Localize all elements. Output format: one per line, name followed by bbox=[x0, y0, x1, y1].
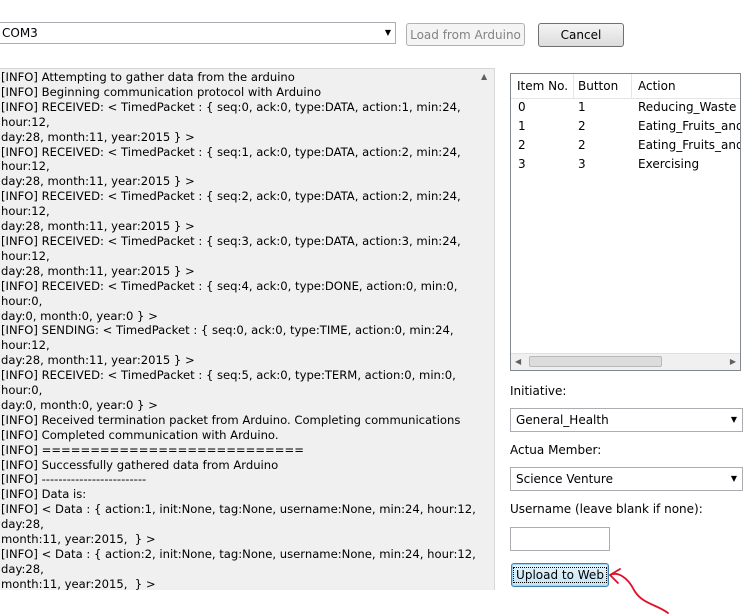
cell-button: 2 bbox=[578, 119, 586, 133]
scroll-right-icon[interactable]: ▶ bbox=[730, 357, 736, 366]
scroll-left-icon[interactable]: ◀ bbox=[515, 357, 521, 366]
table-header: Item No. Button Action bbox=[511, 74, 740, 99]
cell-action: Eating_Fruits_and_V bbox=[638, 119, 740, 133]
cell-item-no: 3 bbox=[518, 157, 526, 171]
port-select-value: COM3 bbox=[2, 26, 38, 40]
table-row[interactable]: 3 3 Exercising bbox=[511, 157, 740, 176]
username-label: Username (leave blank if none): bbox=[510, 502, 703, 516]
table-horizontal-scrollbar[interactable]: ◀ ▶ bbox=[511, 353, 740, 370]
column-divider[interactable] bbox=[573, 74, 574, 98]
upload-to-web-label: Upload to Web bbox=[513, 567, 607, 583]
actua-member-value: Science Venture bbox=[516, 472, 613, 486]
initiative-select[interactable]: General_Health ▼ bbox=[510, 408, 743, 432]
upload-to-web-button[interactable]: Upload to Web bbox=[511, 563, 609, 587]
username-input[interactable] bbox=[510, 527, 610, 551]
cell-item-no: 1 bbox=[518, 119, 526, 133]
cell-action: Exercising bbox=[638, 157, 700, 171]
chevron-down-icon: ▼ bbox=[730, 474, 737, 483]
column-divider[interactable] bbox=[631, 74, 632, 98]
actua-member-label: Actua Member: bbox=[510, 443, 602, 457]
cell-item-no: 2 bbox=[518, 138, 526, 152]
log-text: [INFO] Attempting to gather data from th… bbox=[1, 70, 476, 590]
cancel-label: Cancel bbox=[560, 28, 602, 42]
column-header-button[interactable]: Button bbox=[578, 79, 618, 93]
chevron-down-icon: ▼ bbox=[384, 28, 391, 37]
table-row[interactable]: 0 1 Reducing_Waste bbox=[511, 100, 740, 119]
table-row[interactable]: 2 2 Eating_Fruits_and_V bbox=[511, 138, 740, 157]
cell-button: 3 bbox=[578, 157, 586, 171]
initiative-value: General_Health bbox=[516, 413, 609, 427]
cancel-button[interactable]: Cancel bbox=[538, 23, 624, 47]
annotation-arrow-icon bbox=[609, 568, 669, 614]
table-row[interactable]: 1 2 Eating_Fruits_and_V bbox=[511, 119, 740, 138]
chevron-down-icon: ▼ bbox=[730, 415, 737, 424]
load-from-arduino-label: Load from Arduino bbox=[410, 27, 521, 42]
column-header-item-no[interactable]: Item No. bbox=[517, 79, 568, 93]
load-from-arduino-button[interactable]: Load from Arduino bbox=[406, 23, 525, 46]
scroll-up-icon[interactable]: ▲ bbox=[481, 72, 487, 81]
scrollbar-thumb[interactable] bbox=[529, 356, 662, 367]
log-panel[interactable]: [INFO] Attempting to gather data from th… bbox=[0, 68, 495, 590]
cell-item-no: 0 bbox=[518, 100, 526, 114]
actua-member-select[interactable]: Science Venture ▼ bbox=[510, 467, 743, 491]
cell-action: Reducing_Waste bbox=[638, 100, 737, 114]
cell-action: Eating_Fruits_and_V bbox=[638, 138, 740, 152]
initiative-label: Initiative: bbox=[510, 384, 567, 398]
cell-button: 2 bbox=[578, 138, 586, 152]
column-header-action[interactable]: Action bbox=[638, 79, 676, 93]
cell-button: 1 bbox=[578, 100, 586, 114]
port-select[interactable]: COM3 ▼ bbox=[0, 22, 396, 44]
actions-table[interactable]: Item No. Button Action 0 1 Reducing_Wast… bbox=[510, 73, 741, 371]
log-scrollbar[interactable]: ▲ bbox=[478, 69, 494, 590]
